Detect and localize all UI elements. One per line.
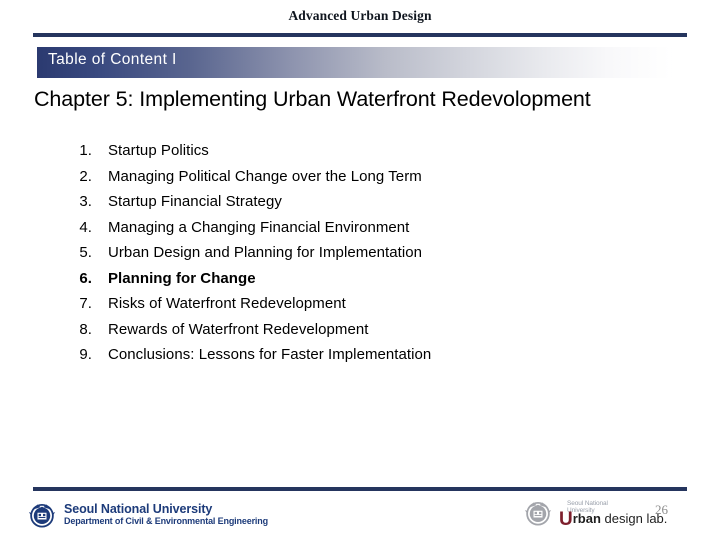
list-item-highlighted: 6. Planning for Change [62,270,622,296]
list-item-label: Conclusions: Lessons for Faster Implemen… [108,346,432,363]
lab-word: rban [572,510,601,526]
snu-emblem-icon [28,503,56,528]
list-item-number: 7. [79,295,92,312]
list-item-number: 2. [79,167,92,185]
header-divider [33,33,687,37]
university-logo-left: Seoul National University Department of … [27,500,268,530]
list-item-label: Rewards of Waterfront Redevelopment [108,320,369,338]
university-logo-text: Seoul National University Department of … [64,503,268,527]
section-band-label: Table of Content I [48,51,177,68]
page-number: 26 [655,502,668,517]
list-item-label: Startup Financial Strategy [108,193,282,210]
list-item-number: 1. [79,142,92,159]
table-of-contents-list: 1. Startup Politics 2. Managing Politica… [62,142,622,372]
section-band: Table of Content I [37,47,671,78]
list-item-label: Planning for Change [108,269,256,287]
page-title: Advanced Urban Design [288,8,432,23]
list-item-number: 4. [79,218,92,236]
list-item-number: 6. [79,269,92,287]
lab-logo-text: Seoul National University Urban design l… [559,500,667,529]
list-item: 4. Managing a Changing Financial Environ… [62,219,622,245]
chapter-heading: Chapter 5: Implementing Urban Waterfront… [34,87,591,111]
list-item-label: Managing a Changing Financial Environmen… [108,218,410,236]
list-item: 2. Managing Political Change over the Lo… [62,168,622,194]
list-item-number: 5. [79,244,92,261]
list-item: 1. Startup Politics [62,142,622,168]
urban-design-lab-logo: Seoul National University Urban design l… [523,498,667,529]
list-item-number: 3. [79,193,92,210]
list-item-label: Urban Design and Planning for Implementa… [108,244,423,261]
footer-divider [33,487,687,491]
list-item: 9. Conclusions: Lessons for Faster Imple… [62,346,622,372]
list-item: 7. Risks of Waterfront Redevelopment [62,295,622,321]
department-name: Department of Civil & Environmental Engi… [64,516,268,527]
list-item: 3. Startup Financial Strategy [62,193,622,219]
university-name: Seoul National University [64,502,213,517]
list-item: 5. Urban Design and Planning for Impleme… [62,244,622,270]
lab-name: Urban design lab. [559,510,667,529]
list-item-label: Startup Politics [108,142,209,159]
list-item-number: 9. [79,346,92,363]
lab-affiliation-line1: Seoul National [567,500,608,508]
lab-initial: U [559,508,573,530]
list-item-label: Risks of Waterfront Redevelopment [108,295,346,312]
snu-emblem-icon [524,501,552,526]
list-item: 8. Rewards of Waterfront Redevelopment [62,321,622,347]
list-item-label: Managing Political Change over the Long … [108,167,422,185]
list-item-number: 8. [79,320,92,338]
